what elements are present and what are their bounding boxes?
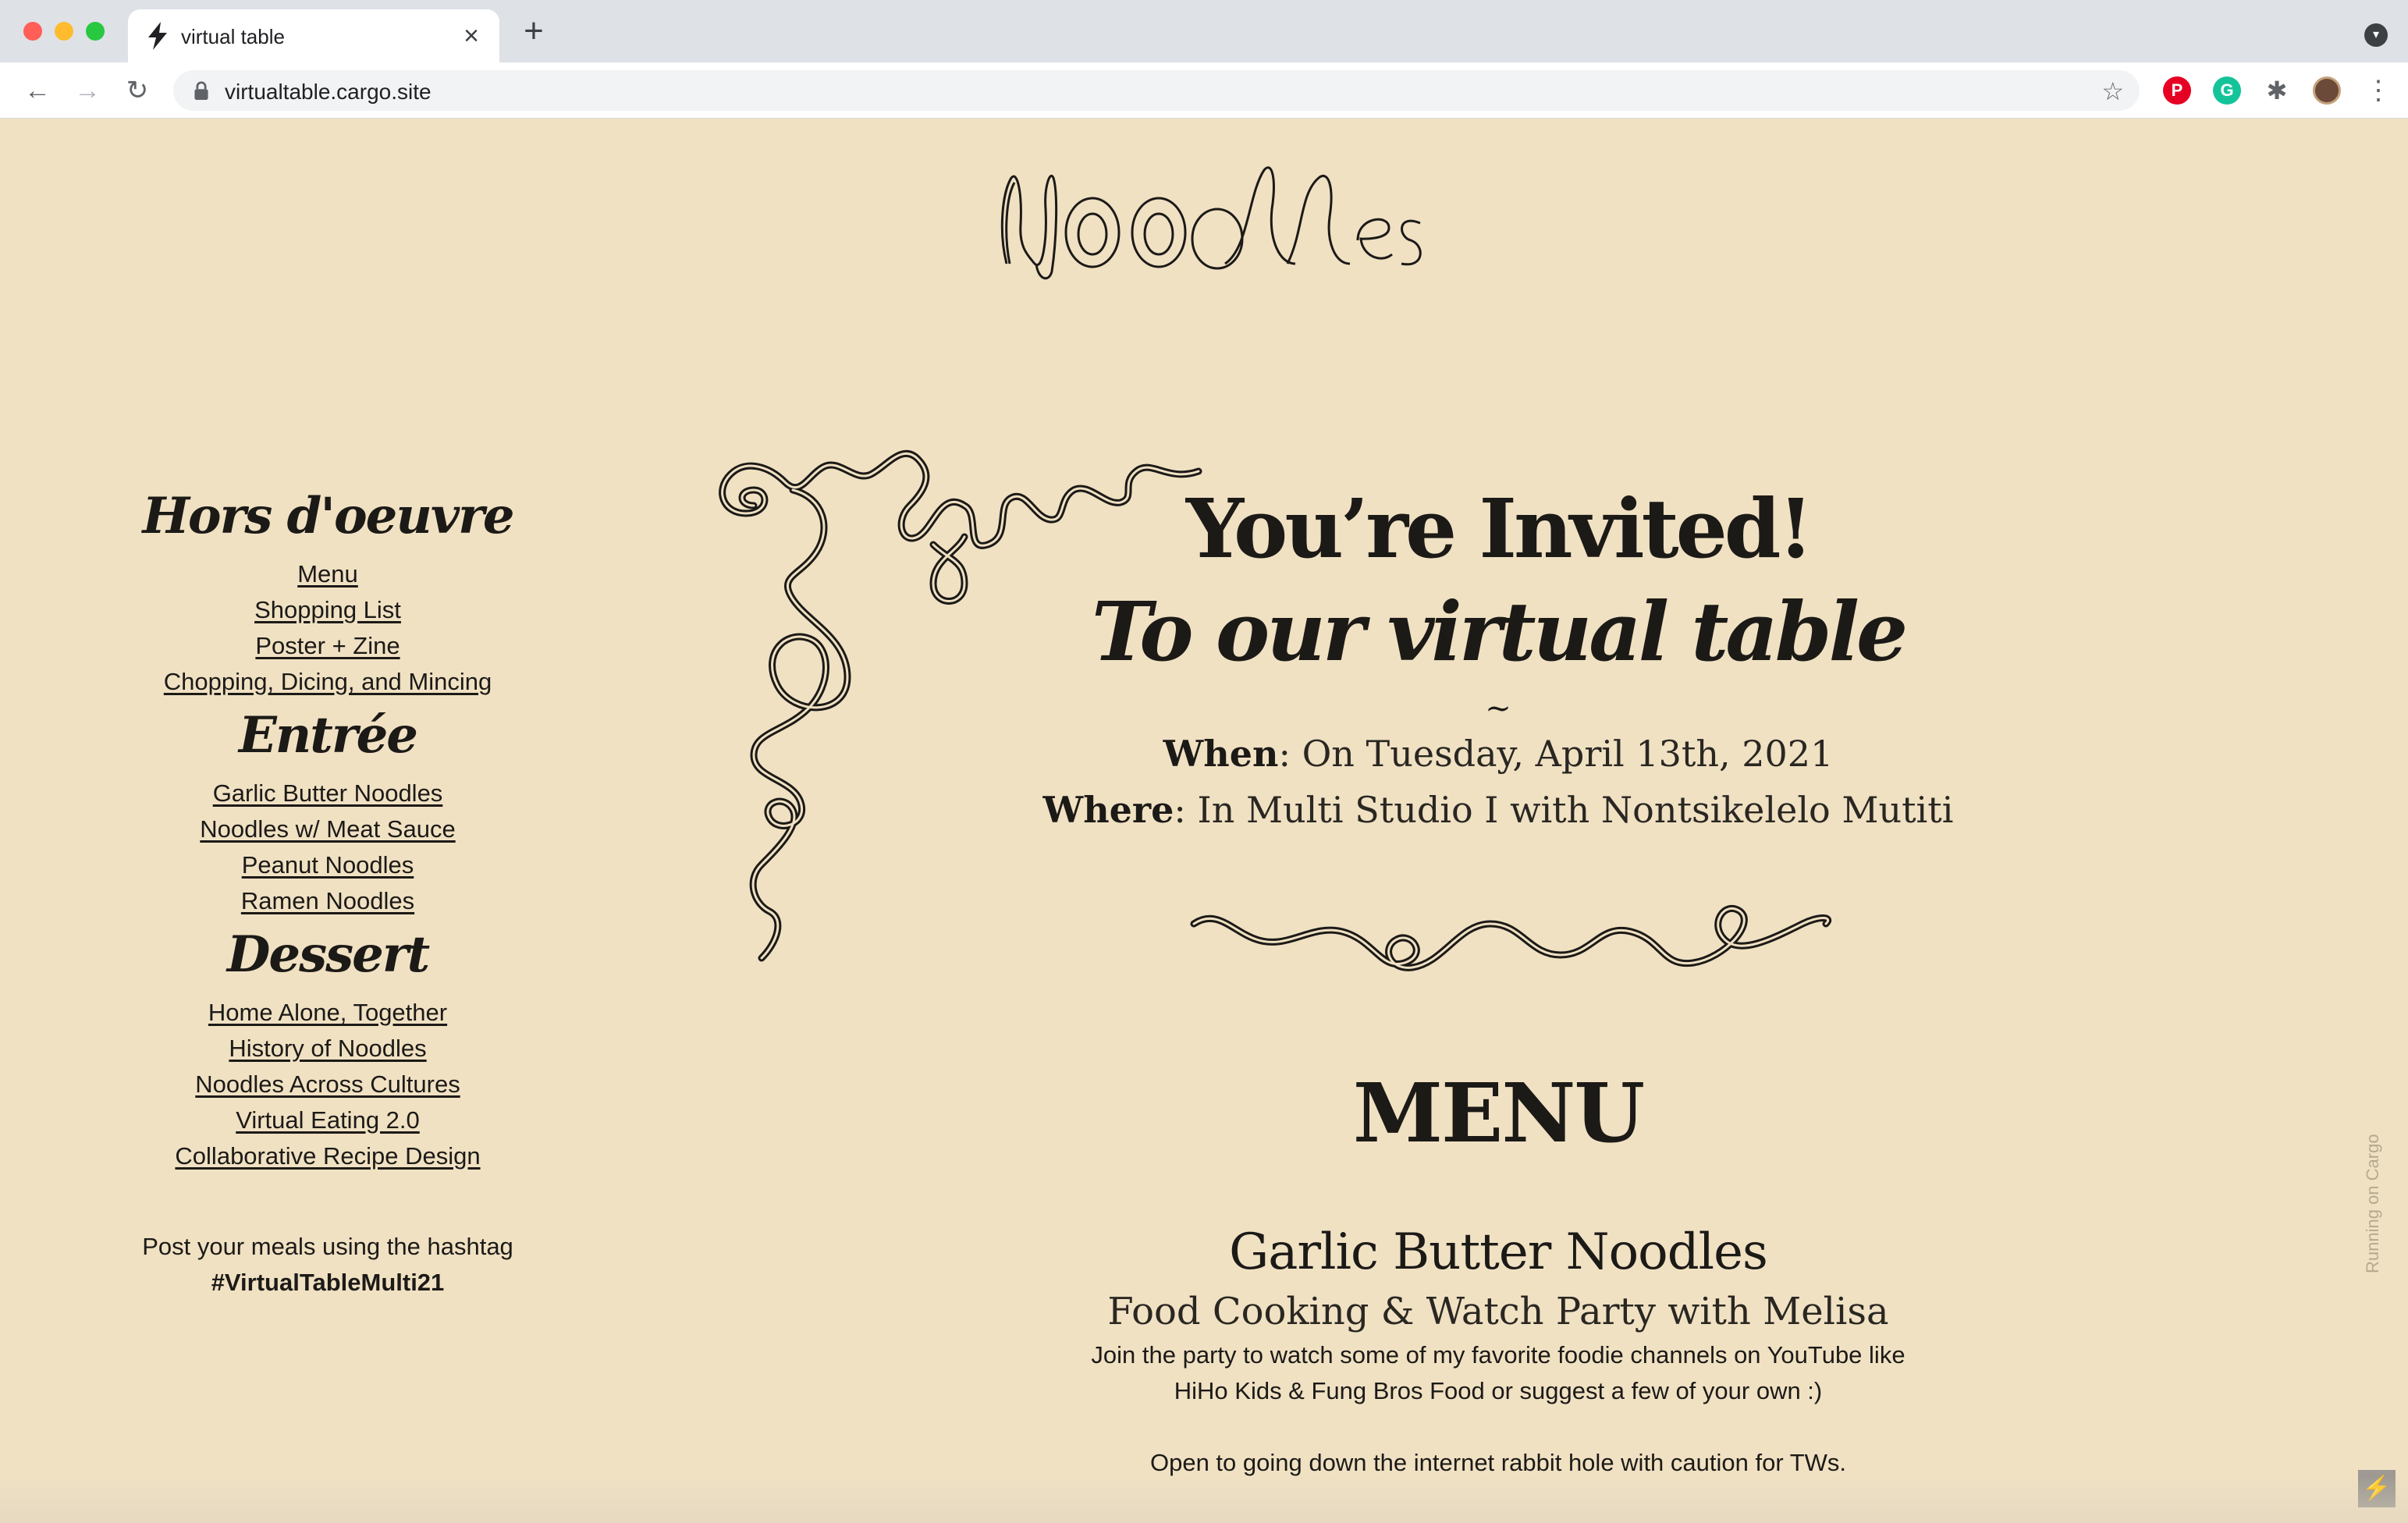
nav-link-cultures[interactable]: Noodles Across Cultures	[94, 1067, 562, 1102]
nav-link-ramen[interactable]: Ramen Noodles	[94, 883, 562, 919]
running-on-cargo-link[interactable]: Running on Cargo	[2363, 1134, 2383, 1273]
noodles-logo[interactable]	[991, 147, 1428, 287]
invite-subheading: To our virtual table	[1091, 584, 1908, 680]
tab-title: virtual table	[181, 25, 285, 48]
when-value: : On Tuesday, April 13th, 2021	[1278, 733, 1834, 775]
bookmark-star-icon[interactable]: ☆	[2101, 76, 2124, 106]
invite-heading: You’re Invited!	[1185, 481, 1813, 577]
nav-link-peanut[interactable]: Peanut Noodles	[94, 847, 562, 883]
browser-toolbar: ← → ↻ virtualtable.cargo.site ☆ P G ✱ ⋮	[0, 62, 2408, 119]
page-bottom-fade	[0, 1476, 2408, 1523]
dish-description-line-1: Join the party to watch some of my favor…	[1091, 1341, 1905, 1369]
extensions-puzzle-icon[interactable]: ✱	[2263, 76, 2291, 105]
new-tab-button[interactable]: +	[518, 14, 549, 48]
pinterest-extension-icon[interactable]: P	[2163, 76, 2191, 105]
forward-icon[interactable]: →	[69, 72, 106, 109]
lightning-icon	[148, 22, 167, 50]
menu-heading: MENU	[1352, 1065, 1645, 1161]
url-text[interactable]: virtualtable.cargo.site	[225, 80, 432, 105]
nav-link-shopping-list[interactable]: Shopping List	[94, 592, 562, 628]
window-close-button[interactable]	[23, 22, 42, 41]
nav-link-virtual-eating[interactable]: Virtual Eating 2.0	[94, 1102, 562, 1138]
section-title-dessert: Dessert	[226, 925, 430, 984]
address-bar[interactable]: virtualtable.cargo.site ☆	[173, 70, 2140, 111]
grammarly-extension-icon[interactable]: G	[2213, 76, 2241, 105]
hashtag: #VirtualTableMulti21	[211, 1269, 445, 1296]
invitation-block: You’re Invited! To our virtual table ~ W…	[1014, 477, 1982, 838]
lock-icon	[194, 81, 208, 100]
noodle-wave-ornament	[1190, 904, 1831, 971]
browser-tab-bar: virtual table × + ▾	[0, 0, 2408, 62]
nav-link-chopping[interactable]: Chopping, Dicing, and Mincing	[94, 664, 562, 700]
nav-link-recipe-design[interactable]: Collaborative Recipe Design	[94, 1138, 562, 1174]
section-title-hors-doeuvre: Hors d'oeuvre	[142, 487, 514, 545]
browser-menu-icon[interactable]: ⋮	[2364, 76, 2392, 105]
where-label: Where	[1042, 789, 1174, 831]
nav-link-home-alone[interactable]: Home Alone, Together	[94, 995, 562, 1031]
menu-section: MENU Garlic Butter Noodles Food Cooking …	[1014, 1063, 1982, 1481]
window-minimize-button[interactable]	[55, 22, 73, 41]
nav-link-poster-zine[interactable]: Poster + Zine	[94, 628, 562, 664]
where-line: Where: In Multi Studio I with Nontsikele…	[1014, 782, 1982, 838]
back-icon[interactable]: ←	[19, 72, 56, 109]
tab-close-icon[interactable]: ×	[456, 20, 487, 51]
page-content: Hors d'oeuvre Menu Shopping List Poster …	[0, 119, 2408, 1523]
sidebar-nav: Hors d'oeuvre Menu Shopping List Poster …	[94, 481, 562, 1301]
nav-link-menu[interactable]: Menu	[94, 556, 562, 592]
dish-title: Garlic Butter Noodles	[1229, 1223, 1768, 1281]
nav-link-garlic-butter[interactable]: Garlic Butter Noodles	[94, 776, 562, 811]
tab-search-icon[interactable]: ▾	[2364, 23, 2388, 47]
tilde-divider: ~	[1485, 690, 1511, 726]
nav-link-history[interactable]: History of Noodles	[94, 1031, 562, 1067]
where-value: : In Multi Studio I with Nontsikelelo Mu…	[1174, 789, 1954, 831]
profile-avatar[interactable]	[2313, 76, 2341, 105]
reload-icon[interactable]: ↻	[119, 72, 156, 109]
window-zoom-button[interactable]	[86, 22, 105, 41]
section-title-entree: Entrée	[238, 706, 418, 765]
dish-description-line-2: HiHo Kids & Fung Bros Food or suggest a …	[1174, 1377, 1823, 1404]
browser-tab[interactable]: virtual table ×	[128, 9, 499, 62]
dish-subtitle: Food Cooking & Watch Party with Melisa	[1107, 1290, 1889, 1333]
when-label: When	[1163, 733, 1279, 775]
hashtag-note: Post your meals using the hashtag	[142, 1233, 513, 1260]
nav-link-meat-sauce[interactable]: Noodles w/ Meat Sauce	[94, 811, 562, 847]
when-line: When: On Tuesday, April 13th, 2021	[1014, 726, 1982, 782]
